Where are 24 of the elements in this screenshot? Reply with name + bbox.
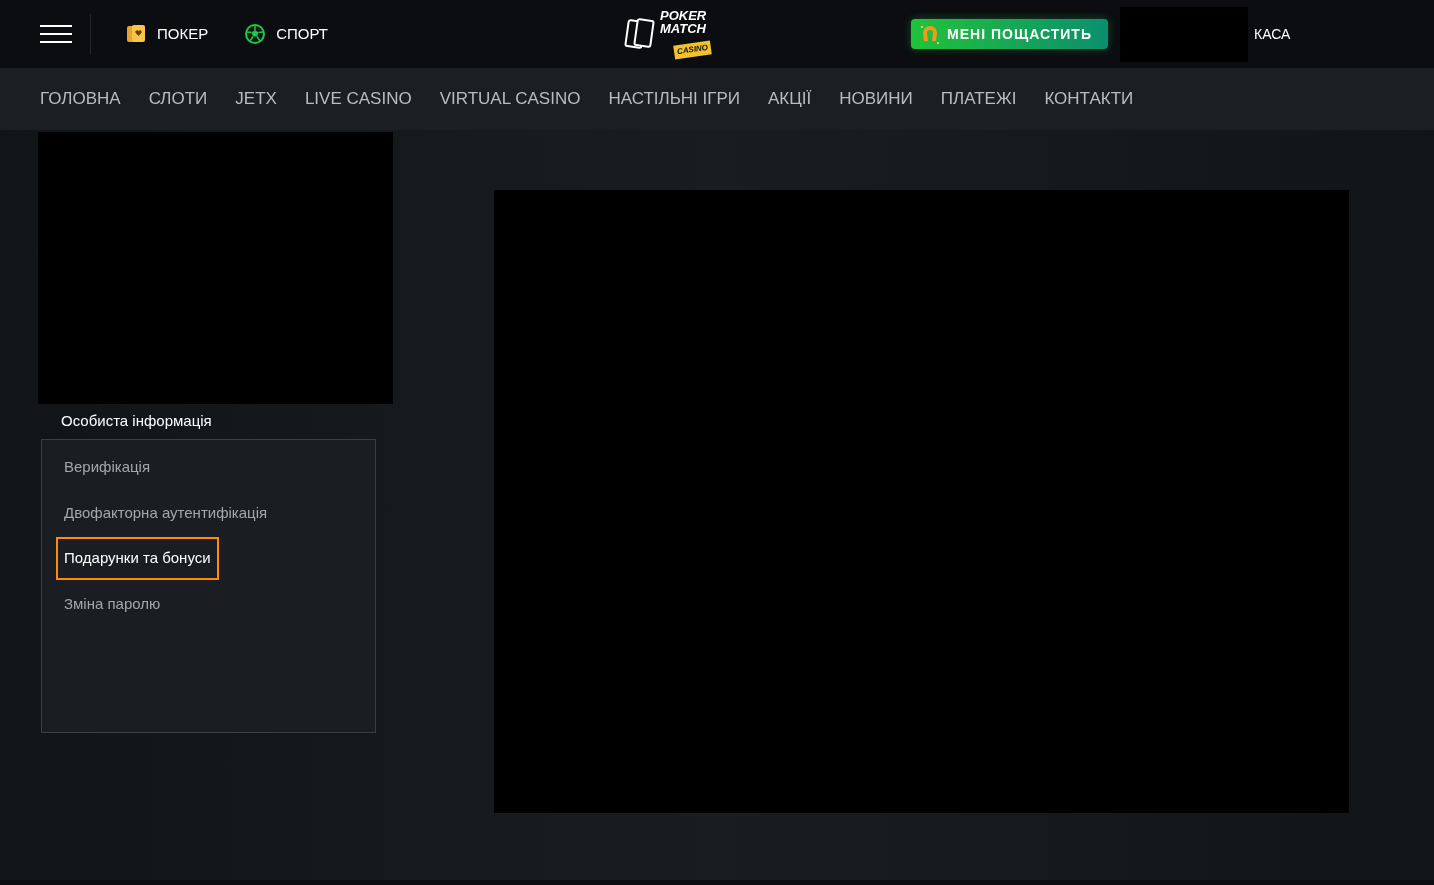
top-link[interactable]: СПОРТ bbox=[244, 22, 328, 46]
menu-item[interactable]: Зміна паролю bbox=[56, 582, 169, 625]
nav-link[interactable]: СЛОТИ bbox=[148, 86, 208, 112]
nav-link[interactable]: АКЦІЇ bbox=[768, 86, 812, 112]
cards-icon bbox=[125, 23, 147, 45]
nav-link[interactable]: ГОЛОВНА bbox=[40, 86, 121, 112]
nav-link[interactable]: НАСТІЛЬНІ ІГРИ bbox=[608, 86, 740, 112]
ball-icon bbox=[244, 23, 267, 45]
nav-link[interactable]: КОНТАКТИ bbox=[1044, 86, 1134, 112]
section-heading: Особиста інформація bbox=[60, 411, 213, 431]
horseshoe-icon bbox=[919, 23, 942, 45]
cashier-link[interactable]: КАСА bbox=[1254, 23, 1291, 45]
nav-link[interactable]: LIVE CASINO bbox=[304, 86, 412, 112]
nav-link[interactable]: ПЛАТЕЖІ bbox=[940, 86, 1017, 112]
menu-item[interactable]: Подарунки та бонуси bbox=[56, 537, 219, 580]
menu-item[interactable]: Верифікація bbox=[56, 446, 159, 489]
nav-link[interactable]: VIRTUAL CASINO bbox=[439, 86, 581, 112]
nav-link[interactable]: НОВИНИ bbox=[839, 86, 913, 112]
cards-logo-icon bbox=[624, 17, 656, 51]
top-link[interactable]: ПОКЕР bbox=[125, 22, 209, 46]
menu-item[interactable]: Двофакторна аутентифікація bbox=[56, 491, 276, 534]
logo[interactable]: POKER MATCH CASINO bbox=[624, 9, 712, 59]
menu-button[interactable] bbox=[40, 25, 72, 43]
nav-link[interactable]: JETX bbox=[235, 86, 277, 112]
